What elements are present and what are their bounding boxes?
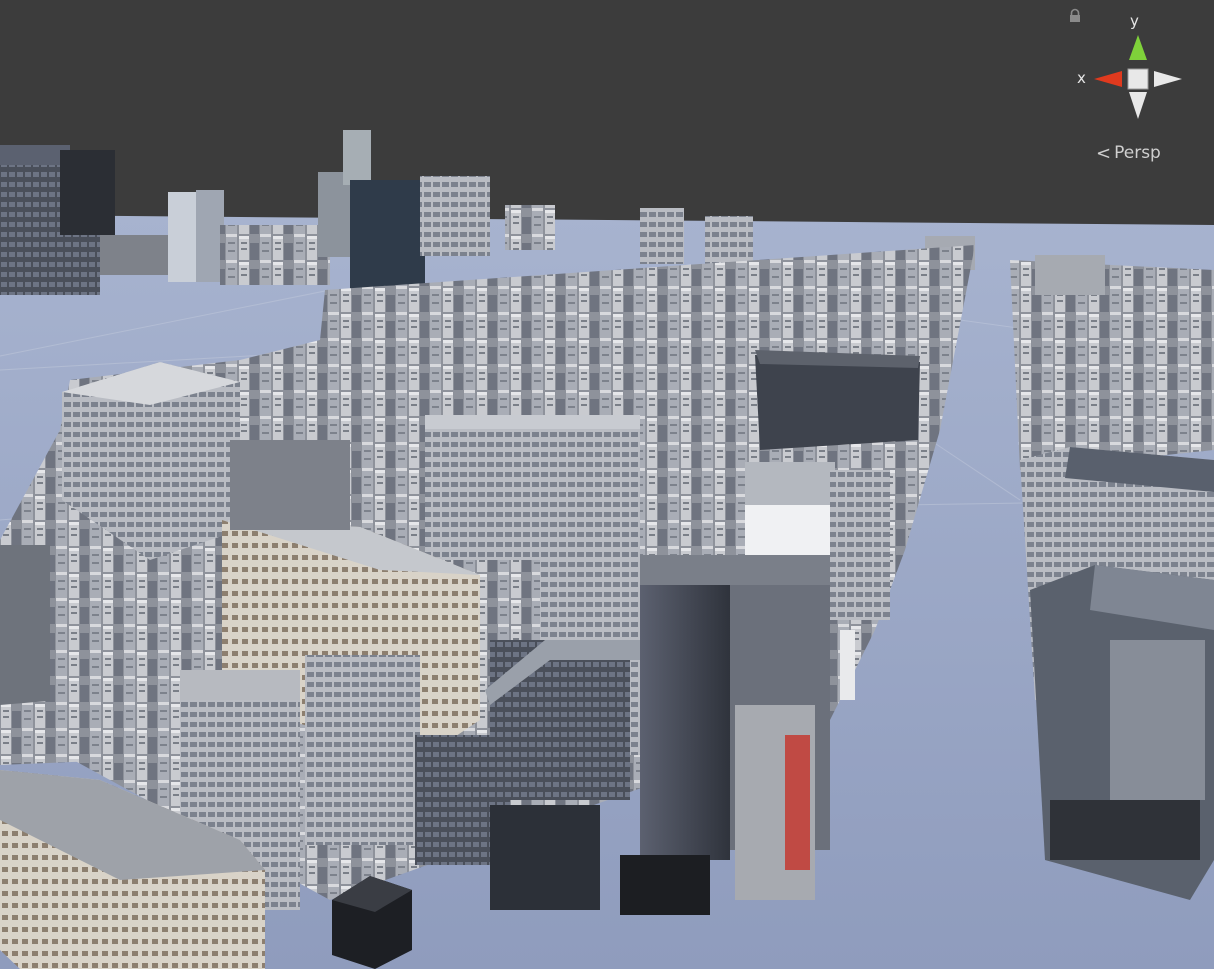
gizmo-center-cube[interactable]: [1127, 68, 1149, 90]
scene-view[interactable]: y x < Persp: [0, 0, 1214, 969]
lock-icon[interactable]: [1068, 8, 1082, 24]
y-axis-label: y: [1130, 12, 1139, 30]
x-axis-label: x: [1077, 69, 1086, 87]
chevron-left-icon: <: [1096, 142, 1112, 164]
scene-viewport[interactable]: [0, 0, 1214, 969]
x-axis-cone[interactable]: [1094, 71, 1122, 87]
orientation-gizmo[interactable]: y x < Persp: [1068, 8, 1208, 168]
y-axis-cone[interactable]: [1129, 35, 1147, 60]
neg-y-axis-cone[interactable]: [1129, 92, 1147, 119]
projection-label: Persp: [1114, 143, 1161, 163]
projection-toggle-button[interactable]: < Persp: [1096, 142, 1161, 164]
neg-x-axis-cone[interactable]: [1154, 71, 1182, 87]
